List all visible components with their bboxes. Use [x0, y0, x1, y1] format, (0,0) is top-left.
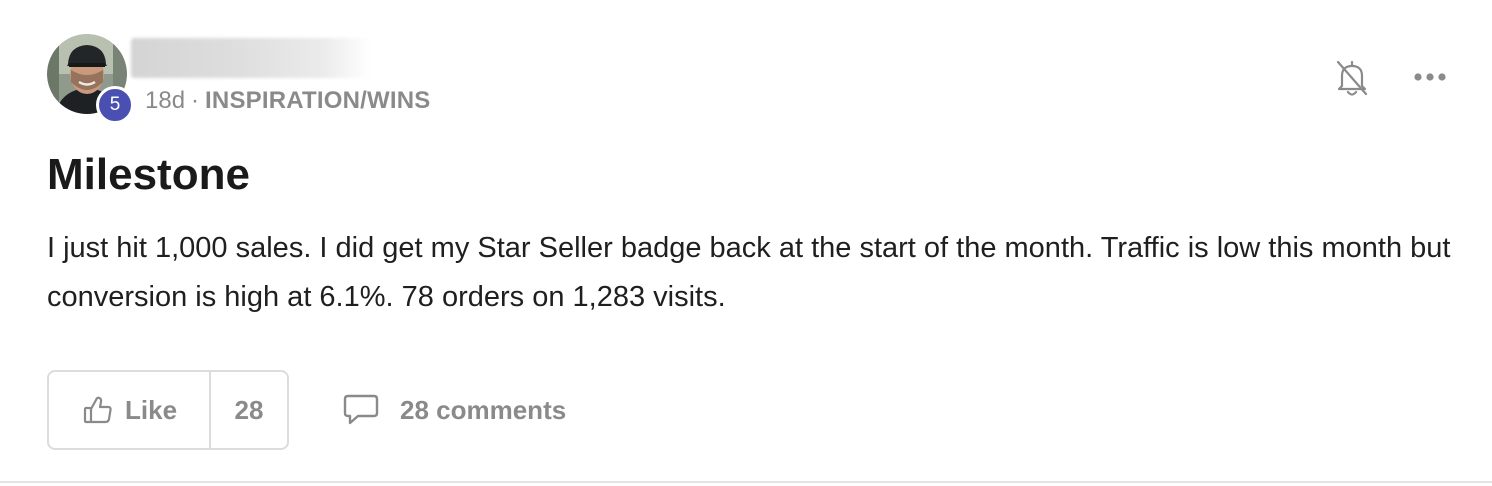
notifications-toggle-button[interactable]: [1332, 56, 1372, 100]
author-avatar-wrap[interactable]: 5: [47, 34, 134, 124]
meta-separator: ·: [191, 87, 200, 114]
post-divider: [0, 481, 1492, 483]
like-label: Like: [125, 394, 178, 425]
like-button[interactable]: Like: [49, 372, 211, 448]
comment-bubble-icon: [343, 394, 379, 425]
post-meta: 18d · INSPIRATION/WINS: [145, 86, 430, 116]
post-age: 18d: [145, 87, 186, 114]
post-card: 5 18d · INSPIRATION/WINS Milestone I just …: [0, 0, 1492, 486]
bell-off-icon: [1336, 60, 1368, 96]
post-category-link[interactable]: INSPIRATION/WINS: [205, 87, 430, 114]
post-title[interactable]: Milestone: [47, 148, 250, 202]
thumbs-up-icon: [83, 396, 112, 424]
like-count[interactable]: 28: [211, 372, 287, 448]
comments-label: 28 comments: [400, 394, 567, 425]
more-options-button[interactable]: [1410, 62, 1450, 92]
more-horizontal-icon: [1414, 73, 1446, 81]
post-body: I just hit 1,000 sales. I did get my Sta…: [47, 232, 1451, 313]
like-control: Like 28: [47, 370, 289, 450]
comments-button[interactable]: 28 comments: [342, 392, 566, 428]
level-badge: 5: [96, 86, 134, 124]
author-name-redacted: [131, 38, 371, 78]
